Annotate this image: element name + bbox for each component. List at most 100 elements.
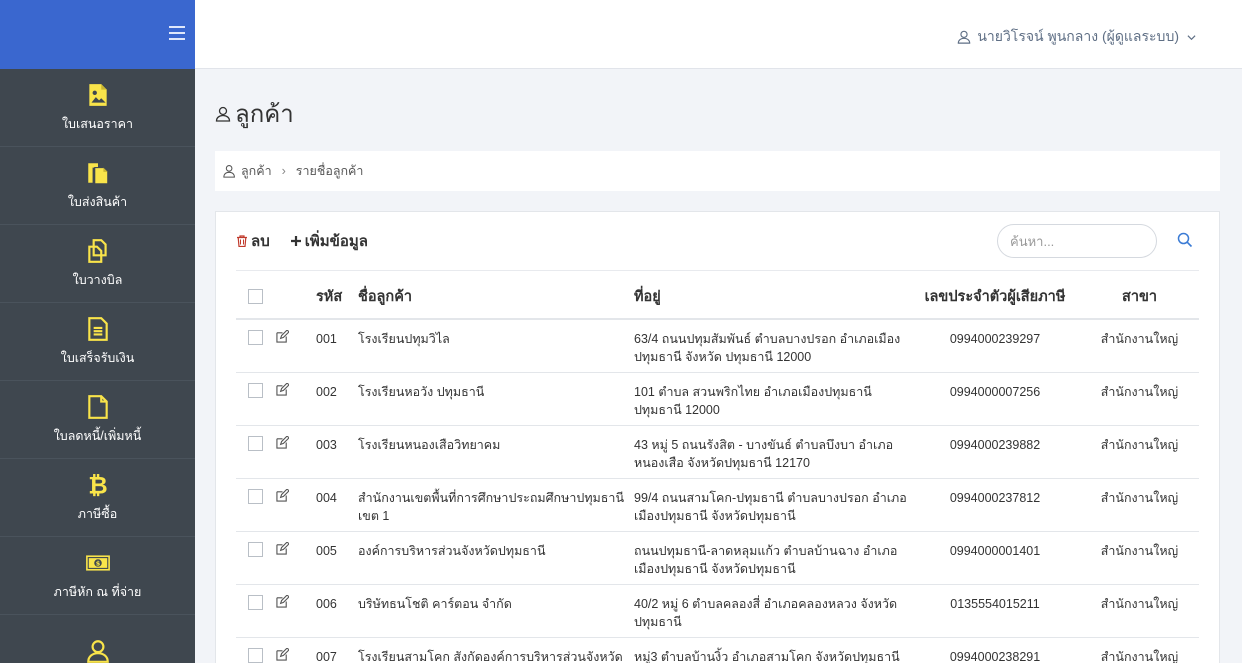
sidebar-item-label: ใบลดหนี้/เพิ่มหนี้	[53, 428, 142, 443]
cell-branch: สำนักงานใหญ่	[1080, 637, 1199, 663]
brand-bar	[0, 0, 195, 69]
search-input[interactable]	[997, 224, 1157, 258]
cell-address: 63/4 ถนนปทุมสัมพันธ์ ตำบลบางปรอก อำเภอเม…	[634, 319, 910, 373]
cell-name: โรงเรียนหอวัง ปทุมธานี	[358, 372, 634, 426]
table-row[interactable]: 005 องค์การบริหารส่วนจังหวัดปทุมธานี ถนน…	[236, 531, 1199, 585]
edit-icon[interactable]	[276, 540, 290, 555]
edit-header	[276, 271, 312, 320]
table-header-row: รหัส ชื่อลูกค้า ที่อยู่ เลขประจำตัวผู้เส…	[236, 271, 1199, 320]
document-icon	[87, 316, 108, 341]
row-edit-cell	[276, 372, 312, 426]
customer-list-card: ลบ เพิ่มข้อมูล รหัส ชื่อลูกค้า ที่อยู่ เ…	[215, 211, 1220, 663]
row-checkbox[interactable]	[248, 488, 263, 504]
cell-name: โรงเรียนหนองเสือวิทยาคม	[358, 425, 634, 479]
search-icon[interactable]	[1177, 232, 1193, 248]
row-edit-cell	[276, 637, 312, 663]
cell-tax-id: 0994000239297	[910, 319, 1080, 373]
table-row[interactable]: 006 บริษัทธนโชติ คาร์ตอน จำกัด 40/2 หมู่…	[236, 584, 1199, 638]
table-row[interactable]: 001 โรงเรียนปทุมวิไล 63/4 ถนนปทุมสัมพันธ…	[236, 319, 1199, 373]
breadcrumb-root[interactable]: ลูกค้า	[241, 161, 272, 181]
hamburger-menu-icon[interactable]	[169, 26, 185, 40]
cell-code: 004	[312, 478, 358, 532]
row-checkbox[interactable]	[248, 330, 263, 345]
header-tax-id[interactable]: เลขประจำตัวผู้เสียภาษี	[910, 271, 1080, 320]
select-all-cell	[236, 271, 276, 320]
toolbar: ลบ เพิ่มข้อมูล	[236, 212, 1199, 271]
cell-address: 101 ตำบล สวนพริกไทย อำเภอเมืองปทุมธานี ป…	[634, 372, 910, 426]
cell-code: 002	[312, 372, 358, 426]
row-edit-cell	[276, 478, 312, 532]
cell-tax-id: 0994000239882	[910, 425, 1080, 479]
cell-code: 005	[312, 531, 358, 585]
sidebar-item-label: ภาษีซื้อ	[77, 506, 118, 521]
row-select-cell	[236, 584, 276, 638]
bitcoin-icon: ₿	[88, 472, 107, 498]
page-title-text: ลูกค้า	[235, 101, 294, 128]
header-code[interactable]: รหัส	[312, 271, 358, 320]
select-all-checkbox[interactable]	[248, 289, 263, 304]
breadcrumb: ลูกค้า › รายชื่อลูกค้า	[215, 151, 1220, 191]
cell-tax-id: 0135554015211	[910, 584, 1080, 638]
table-row[interactable]: 007 โรงเรียนสามโคก สังกัดองค์การบริหารส่…	[236, 637, 1199, 663]
table-row[interactable]: 002 โรงเรียนหอวัง ปทุมธานี 101 ตำบล สวนพ…	[236, 372, 1199, 426]
cell-branch: สำนักงานใหญ่	[1080, 425, 1199, 479]
edit-icon[interactable]	[276, 646, 290, 661]
row-select-cell	[236, 637, 276, 663]
customer-table: รหัส ชื่อลูกค้า ที่อยู่ เลขประจำตัวผู้เส…	[236, 271, 1199, 663]
cell-name: บริษัทธนโชติ คาร์ตอน จำกัด	[358, 584, 634, 638]
table-row[interactable]: 004 สำนักงานเขตพื้นที่การศึกษาประถมศึกษา…	[236, 478, 1199, 532]
table-row[interactable]: 003 โรงเรียนหนองเสือวิทยาคม 43 หมู่ 5 ถน…	[236, 425, 1199, 479]
cell-branch: สำนักงานใหญ่	[1080, 319, 1199, 373]
row-checkbox[interactable]	[248, 541, 263, 557]
edit-icon[interactable]	[276, 434, 290, 449]
sidebar-item-credit-debit[interactable]: ใบลดหนี้/เพิ่มหนี้	[0, 381, 195, 459]
cell-code: 001	[312, 319, 358, 373]
row-checkbox[interactable]	[248, 382, 263, 398]
row-checkbox[interactable]	[248, 435, 263, 451]
sidebar-item-receipt[interactable]: ใบเสร็จรับเงิน	[0, 303, 195, 381]
row-checkbox[interactable]	[248, 594, 263, 610]
cell-name: โรงเรียนปทุมวิไล	[358, 319, 634, 373]
user-menu[interactable]: นายวิโรจน์ พูนกลาง (ผู้ดูแลระบบ)	[957, 26, 1202, 48]
sidebar-item-label: ใบเสนอราคา	[61, 116, 134, 131]
row-checkbox[interactable]	[248, 647, 263, 663]
header-branch[interactable]: สาขา	[1080, 271, 1199, 320]
row-edit-cell	[276, 425, 312, 479]
edit-icon[interactable]	[276, 487, 290, 502]
edit-icon[interactable]	[276, 329, 290, 343]
row-edit-cell	[276, 319, 312, 373]
top-header: นายวิโรจน์ พูนกลาง (ผู้ดูแลระบบ)	[195, 0, 1242, 69]
cell-code: 007	[312, 637, 358, 663]
cell-tax-id: 0994000237812	[910, 478, 1080, 532]
edit-icon[interactable]	[276, 593, 290, 608]
delete-label: ลบ	[251, 233, 270, 250]
cell-branch: สำนักงานใหญ่	[1080, 584, 1199, 638]
cell-code: 003	[312, 425, 358, 479]
sidebar-item-billing[interactable]: ใบวางบิล	[0, 225, 195, 303]
cell-address: หมู่3 ตำบลบ้านงิ้ว อำเภอสามโคก จังหวัดปท…	[634, 637, 910, 663]
add-button[interactable]: เพิ่มข้อมูล	[290, 229, 368, 253]
sidebar-item-purchase-tax[interactable]: ₿ ภาษีซื้อ	[0, 459, 195, 537]
user-icon	[958, 30, 971, 44]
cell-tax-id: 0994000238291	[910, 637, 1080, 663]
sidebar-item-customers[interactable]	[0, 615, 195, 663]
cell-address: 40/2 หมู่ 6 ตำบลคลองสี่ อำเภอคลองหลวง จั…	[634, 584, 910, 638]
cell-name: สำนักงานเขตพื้นที่การศึกษาประถมศึกษาปทุม…	[358, 478, 634, 532]
delete-button[interactable]: ลบ	[236, 229, 270, 253]
page-title: ลูกค้า	[215, 94, 1220, 133]
sidebar-item-quotation[interactable]: ใบเสนอราคา	[0, 69, 195, 147]
header-name[interactable]: ชื่อลูกค้า	[358, 271, 634, 320]
cell-address: 99/4 ถนนสามโคก-ปทุมธานี ตำบลบางปรอก อำเภ…	[634, 478, 910, 532]
cell-branch: สำนักงานใหญ่	[1080, 478, 1199, 532]
row-edit-cell	[276, 531, 312, 585]
row-select-cell	[236, 319, 276, 373]
cell-tax-id: 0994000001401	[910, 531, 1080, 585]
sidebar: ใบเสนอราคา ใบส่งสินค้า ใบวางบิล ใบเสร็จร…	[0, 0, 195, 663]
users-icon	[223, 165, 235, 178]
header-address[interactable]: ที่อยู่	[634, 271, 910, 320]
chevron-down-icon	[1187, 34, 1196, 40]
edit-icon[interactable]	[276, 381, 290, 396]
sidebar-item-label: ใบเสร็จรับเงิน	[60, 350, 135, 365]
sidebar-item-withholding-tax[interactable]: $ ภาษีหัก ณ ที่จ่าย	[0, 537, 195, 615]
sidebar-item-delivery[interactable]: ใบส่งสินค้า	[0, 147, 195, 225]
